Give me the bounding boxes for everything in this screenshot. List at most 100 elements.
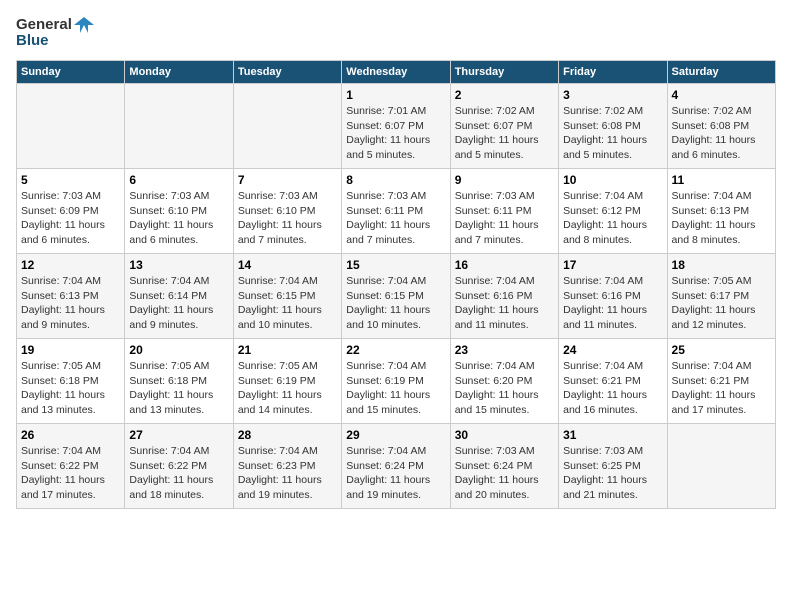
calendar-table: SundayMondayTuesdayWednesdayThursdayFrid… [16, 60, 776, 509]
day-info: Sunrise: 7:03 AMSunset: 6:11 PMDaylight:… [346, 189, 445, 248]
day-number: 21 [238, 343, 337, 357]
day-info: Sunrise: 7:04 AMSunset: 6:12 PMDaylight:… [563, 189, 662, 248]
calendar-day-17: 17Sunrise: 7:04 AMSunset: 6:16 PMDayligh… [559, 254, 667, 339]
day-info: Sunrise: 7:05 AMSunset: 6:18 PMDaylight:… [21, 359, 120, 418]
day-info: Sunrise: 7:04 AMSunset: 6:21 PMDaylight:… [672, 359, 771, 418]
day-number: 25 [672, 343, 771, 357]
day-info: Sunrise: 7:04 AMSunset: 6:13 PMDaylight:… [21, 274, 120, 333]
day-info: Sunrise: 7:04 AMSunset: 6:24 PMDaylight:… [346, 444, 445, 503]
page-header: General Blue [16, 16, 776, 50]
day-info: Sunrise: 7:03 AMSunset: 6:10 PMDaylight:… [238, 189, 337, 248]
calendar-day-3: 3 Sunrise: 7:02 AMSunset: 6:08 PMDaylight… [559, 84, 667, 169]
calendar-day-29: 29 Sunrise: 7:04 AMSunset: 6:24 PMDayligh… [342, 424, 450, 509]
calendar-day-20: 20 Sunrise: 7:05 AMSunset: 6:18 PMDayligh… [125, 339, 233, 424]
day-number: 5 [21, 173, 120, 187]
day-number: 12 [21, 258, 120, 272]
day-number: 24 [563, 343, 662, 357]
calendar-week-row: 26 Sunrise: 7:04 AMSunset: 6:22 PMDayligh… [17, 424, 776, 509]
day-info: Sunrise: 7:02 AMSunset: 6:07 PMDaylight:… [455, 104, 554, 163]
day-number: 1 [346, 88, 445, 102]
day-info: Sunrise: 7:01 AMSunset: 6:07 PMDaylight:… [346, 104, 445, 163]
day-number: 16 [455, 258, 554, 272]
calendar-empty-cell [17, 84, 125, 169]
day-info: Sunrise: 7:04 AMSunset: 6:22 PMDaylight:… [21, 444, 120, 503]
calendar-day-10: 10 Sunrise: 7:04 AMSunset: 6:12 PMDayligh… [559, 169, 667, 254]
day-number: 18 [672, 258, 771, 272]
weekday-header-sunday: Sunday [17, 61, 125, 84]
weekday-header-friday: Friday [559, 61, 667, 84]
calendar-day-23: 23 Sunrise: 7:04 AMSunset: 6:20 PMDayligh… [450, 339, 558, 424]
calendar-empty-cell [667, 424, 775, 509]
calendar-day-27: 27 Sunrise: 7:04 AMSunset: 6:22 PMDayligh… [125, 424, 233, 509]
day-number: 13 [129, 258, 228, 272]
day-info: Sunrise: 7:03 AMSunset: 6:24 PMDaylight:… [455, 444, 554, 503]
day-number: 20 [129, 343, 228, 357]
day-info: Sunrise: 7:04 AMSunset: 6:19 PMDaylight:… [346, 359, 445, 418]
logo-blue-text: Blue [16, 32, 49, 50]
calendar-week-row: 12 Sunrise: 7:04 AMSunset: 6:13 PMDayligh… [17, 254, 776, 339]
day-info: Sunrise: 7:04 AMSunset: 6:22 PMDaylight:… [129, 444, 228, 503]
day-info: Sunrise: 7:04 AMSunset: 6:23 PMDaylight:… [238, 444, 337, 503]
day-info: Sunrise: 7:04 AMSunset: 6:20 PMDaylight:… [455, 359, 554, 418]
day-number: 31 [563, 428, 662, 442]
calendar-day-14: 14Sunrise: 7:04 AMSunset: 6:15 PMDayligh… [233, 254, 341, 339]
calendar-day-5: 5 Sunrise: 7:03 AMSunset: 6:09 PMDaylight… [17, 169, 125, 254]
weekday-header-saturday: Saturday [667, 61, 775, 84]
day-info: Sunrise: 7:05 AMSunset: 6:17 PMDaylight:… [672, 274, 771, 333]
calendar-day-30: 30 Sunrise: 7:03 AMSunset: 6:24 PMDayligh… [450, 424, 558, 509]
calendar-day-9: 9 Sunrise: 7:03 AMSunset: 6:11 PMDaylight… [450, 169, 558, 254]
weekday-header-row: SundayMondayTuesdayWednesdayThursdayFrid… [17, 61, 776, 84]
day-number: 23 [455, 343, 554, 357]
day-number: 19 [21, 343, 120, 357]
weekday-header-wednesday: Wednesday [342, 61, 450, 84]
day-number: 10 [563, 173, 662, 187]
day-info: Sunrise: 7:04 AMSunset: 6:21 PMDaylight:… [563, 359, 662, 418]
calendar-day-13: 13Sunrise: 7:04 AMSunset: 6:14 PMDayligh… [125, 254, 233, 339]
day-number: 27 [129, 428, 228, 442]
day-info: Sunrise: 7:05 AMSunset: 6:19 PMDaylight:… [238, 359, 337, 418]
day-info: Sunrise: 7:03 AMSunset: 6:11 PMDaylight:… [455, 189, 554, 248]
calendar-day-12: 12 Sunrise: 7:04 AMSunset: 6:13 PMDayligh… [17, 254, 125, 339]
day-info: Sunrise: 7:04 AMSunset: 6:16 PMDaylight:… [563, 274, 662, 333]
day-info: Sunrise: 7:02 AMSunset: 6:08 PMDaylight:… [672, 104, 771, 163]
calendar-day-11: 11Sunrise: 7:04 AMSunset: 6:13 PMDayligh… [667, 169, 775, 254]
day-info: Sunrise: 7:02 AMSunset: 6:08 PMDaylight:… [563, 104, 662, 163]
day-number: 26 [21, 428, 120, 442]
logo: General Blue [16, 16, 94, 50]
calendar-week-row: 19 Sunrise: 7:05 AMSunset: 6:18 PMDayligh… [17, 339, 776, 424]
calendar-week-row: 5 Sunrise: 7:03 AMSunset: 6:09 PMDaylight… [17, 169, 776, 254]
day-number: 3 [563, 88, 662, 102]
day-info: Sunrise: 7:03 AMSunset: 6:10 PMDaylight:… [129, 189, 228, 248]
weekday-header-thursday: Thursday [450, 61, 558, 84]
calendar-day-28: 28 Sunrise: 7:04 AMSunset: 6:23 PMDayligh… [233, 424, 341, 509]
calendar-day-21: 21 Sunrise: 7:05 AMSunset: 6:19 PMDayligh… [233, 339, 341, 424]
calendar-day-16: 16 Sunrise: 7:04 AMSunset: 6:16 PMDayligh… [450, 254, 558, 339]
logo-bird-icon [74, 17, 94, 33]
calendar-day-1: 1 Sunrise: 7:01 AMSunset: 6:07 PMDaylight… [342, 84, 450, 169]
calendar-day-31: 31 Sunrise: 7:03 AMSunset: 6:25 PMDayligh… [559, 424, 667, 509]
weekday-header-tuesday: Tuesday [233, 61, 341, 84]
day-info: Sunrise: 7:03 AMSunset: 6:09 PMDaylight:… [21, 189, 120, 248]
day-number: 28 [238, 428, 337, 442]
calendar-day-22: 22Sunrise: 7:04 AMSunset: 6:19 PMDayligh… [342, 339, 450, 424]
day-number: 15 [346, 258, 445, 272]
calendar-empty-cell [233, 84, 341, 169]
calendar-week-row: 1 Sunrise: 7:01 AMSunset: 6:07 PMDaylight… [17, 84, 776, 169]
calendar-day-4: 4Sunrise: 7:02 AMSunset: 6:08 PMDaylight… [667, 84, 775, 169]
day-info: Sunrise: 7:04 AMSunset: 6:13 PMDaylight:… [672, 189, 771, 248]
calendar-day-25: 25 Sunrise: 7:04 AMSunset: 6:21 PMDayligh… [667, 339, 775, 424]
day-number: 29 [346, 428, 445, 442]
day-info: Sunrise: 7:03 AMSunset: 6:25 PMDaylight:… [563, 444, 662, 503]
calendar-day-2: 2 Sunrise: 7:02 AMSunset: 6:07 PMDaylight… [450, 84, 558, 169]
calendar-day-18: 18 Sunrise: 7:05 AMSunset: 6:17 PMDayligh… [667, 254, 775, 339]
weekday-header-monday: Monday [125, 61, 233, 84]
day-info: Sunrise: 7:05 AMSunset: 6:18 PMDaylight:… [129, 359, 228, 418]
day-number: 6 [129, 173, 228, 187]
day-number: 30 [455, 428, 554, 442]
day-info: Sunrise: 7:04 AMSunset: 6:15 PMDaylight:… [346, 274, 445, 333]
day-info: Sunrise: 7:04 AMSunset: 6:16 PMDaylight:… [455, 274, 554, 333]
day-number: 9 [455, 173, 554, 187]
day-number: 8 [346, 173, 445, 187]
day-number: 7 [238, 173, 337, 187]
day-number: 2 [455, 88, 554, 102]
